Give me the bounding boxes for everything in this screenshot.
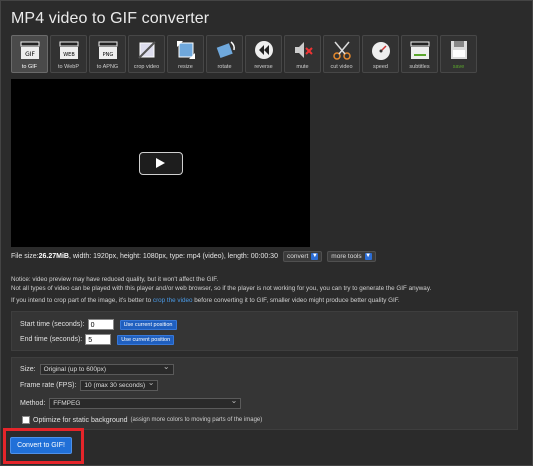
start-use-position-button[interactable]: Use current position bbox=[119, 319, 177, 330]
tool-label: resize bbox=[178, 64, 193, 70]
notice-text: Notice: video preview may have reduced q… bbox=[11, 275, 521, 305]
svg-text:GIF: GIF bbox=[25, 51, 35, 58]
tool-label: speed bbox=[373, 64, 388, 70]
reverse-icon bbox=[254, 41, 273, 59]
crop-tip-before: If you intend to crop part of the image,… bbox=[11, 297, 153, 304]
file-size-value: 26.27MiB bbox=[38, 253, 69, 260]
tool-to-apng[interactable]: PNG to APNG bbox=[89, 35, 126, 73]
crop-icon bbox=[137, 41, 156, 59]
play-button[interactable] bbox=[139, 152, 183, 175]
tool-label: crop video bbox=[133, 64, 160, 70]
fps-label: Frame rate (FPS): bbox=[20, 382, 77, 389]
save-icon bbox=[450, 41, 467, 59]
more-tools-button[interactable]: more tools ▼ bbox=[327, 251, 376, 262]
file-details: , width: 1920px, height: 1080px, type: m… bbox=[68, 253, 278, 260]
optimize-hint: (assign more colors to moving parts of t… bbox=[130, 417, 263, 423]
file-size-label: File size: bbox=[11, 253, 39, 260]
tool-subtitles[interactable]: subtitles bbox=[401, 35, 438, 73]
optimize-label[interactable]: Optimize for static background bbox=[33, 417, 128, 424]
end-time-row: End time (seconds): 5 Use current positi… bbox=[20, 334, 175, 345]
size-row: Size: Original (up to 600px) bbox=[20, 362, 174, 375]
clapper-gif-icon: GIF bbox=[20, 41, 39, 59]
fps-select[interactable]: 10 (max 30 seconds) bbox=[80, 378, 159, 391]
start-time-label: Start time (seconds): bbox=[20, 321, 85, 328]
tool-rotate[interactable]: rotate bbox=[206, 35, 243, 73]
tool-cut-video[interactable]: cut video bbox=[323, 35, 360, 73]
tool-label: subtitles bbox=[409, 64, 430, 70]
tool-mute[interactable]: mute bbox=[284, 35, 321, 73]
resize-icon bbox=[176, 41, 195, 59]
page-title: MP4 video to GIF converter bbox=[11, 10, 210, 27]
tool-to-webp[interactable]: WEB to WebP bbox=[50, 35, 87, 73]
tool-speed[interactable]: speed bbox=[362, 35, 399, 73]
tool-reverse[interactable]: reverse bbox=[245, 35, 282, 73]
size-label: Size: bbox=[20, 366, 36, 373]
tool-to-gif[interactable]: GIF to GIF bbox=[11, 35, 48, 73]
tool-crop-video[interactable]: crop video bbox=[128, 35, 165, 73]
tool-label: to GIF bbox=[21, 64, 38, 70]
chevron-down-icon: ▼ bbox=[364, 253, 372, 260]
tool-label: mute bbox=[296, 64, 309, 70]
end-time-input[interactable]: 5 bbox=[85, 334, 112, 345]
rotate-icon bbox=[216, 41, 235, 59]
mute-icon bbox=[294, 42, 313, 58]
scissors-icon bbox=[332, 41, 351, 60]
file-info: File size: 26.27MiB , width: 1920px, hei… bbox=[11, 251, 376, 262]
optimize-checkbox[interactable] bbox=[22, 416, 30, 424]
notice-line: Notice: video preview may have reduced q… bbox=[11, 276, 219, 283]
tool-toolbar: GIF to GIF WEB to WebP PNG to APNG crop … bbox=[11, 35, 477, 73]
notice-line: Not all types of video can be played wit… bbox=[11, 285, 432, 292]
speed-icon bbox=[371, 42, 390, 60]
clapper-apng-icon: PNG bbox=[98, 41, 117, 59]
tool-resize[interactable]: resize bbox=[167, 35, 204, 73]
fps-row: Frame rate (FPS): 10 (max 30 seconds) bbox=[20, 378, 159, 391]
end-use-position-button[interactable]: Use current position bbox=[117, 334, 175, 345]
subtitles-icon bbox=[410, 41, 429, 59]
size-select[interactable]: Original (up to 600px) bbox=[39, 362, 174, 375]
convert-to-gif-button[interactable]: Convert to GIF! bbox=[10, 437, 72, 454]
crop-video-link[interactable]: crop the video bbox=[153, 297, 193, 304]
tool-save[interactable]: save bbox=[440, 35, 477, 73]
time-panel: Start time (seconds): 0 Use current posi… bbox=[11, 311, 518, 351]
optimize-row: Optimize for static background (assign m… bbox=[22, 416, 262, 424]
method-select[interactable]: FFMPEG bbox=[49, 396, 242, 409]
tool-label: rotate bbox=[217, 64, 232, 70]
chevron-down-icon: ▼ bbox=[311, 253, 319, 260]
start-time-row: Start time (seconds): 0 Use current posi… bbox=[20, 319, 177, 330]
crop-tip: If you intend to crop part of the image,… bbox=[11, 296, 521, 305]
end-time-label: End time (seconds): bbox=[20, 336, 83, 343]
convert-label: convert bbox=[286, 253, 309, 260]
tool-label: cut video bbox=[330, 64, 353, 70]
tool-label: to WebP bbox=[58, 64, 79, 70]
start-time-input[interactable]: 0 bbox=[87, 319, 114, 330]
clapper-webp-icon: WEB bbox=[59, 41, 78, 59]
tool-label: reverse bbox=[254, 64, 273, 70]
svg-text:PNG: PNG bbox=[102, 52, 113, 58]
svg-text:WEB: WEB bbox=[63, 52, 75, 58]
convert-dropdown-button[interactable]: convert ▼ bbox=[282, 251, 323, 262]
method-label: Method: bbox=[20, 400, 46, 407]
tool-label: to APNG bbox=[96, 64, 119, 70]
crop-tip-after: before converting it to GIF, smaller vid… bbox=[192, 297, 400, 304]
tool-label: save bbox=[452, 64, 465, 70]
more-tools-label: more tools bbox=[331, 253, 362, 260]
method-row: Method: FFMPEG bbox=[20, 396, 242, 409]
options-panel: Size: Original (up to 600px) Frame rate … bbox=[11, 357, 518, 430]
